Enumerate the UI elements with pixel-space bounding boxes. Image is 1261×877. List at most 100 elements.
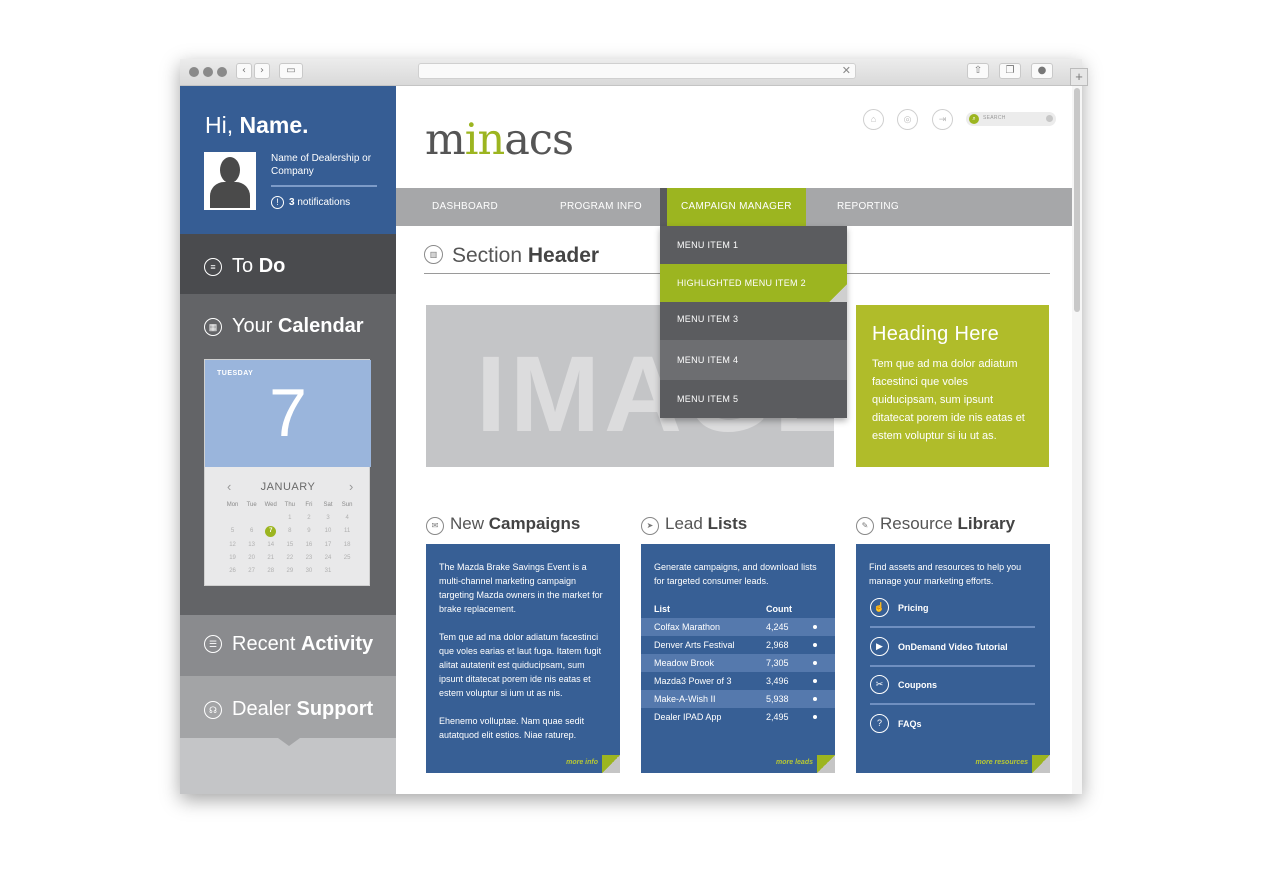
feature-heading: Heading Here xyxy=(872,323,1000,345)
leads-table-header: List Count xyxy=(641,600,835,618)
resource-faqs[interactable]: ? FAQs xyxy=(870,708,1035,744)
sidebar-recent-activity[interactable]: ☰ Recent Activity xyxy=(180,615,396,684)
scrollbar[interactable] xyxy=(1072,86,1082,794)
globe-icon[interactable]: ◎ xyxy=(897,109,918,130)
calendar-day[interactable]: 2 xyxy=(299,513,318,523)
download-icon[interactable] xyxy=(813,625,817,629)
recent-label: Recent Activity xyxy=(232,633,373,656)
edit-icon: ✎ xyxy=(856,517,874,535)
logout-icon[interactable]: ⇥ xyxy=(932,109,953,130)
download-icon[interactable] xyxy=(813,661,817,665)
calendar-day[interactable]: 13 xyxy=(242,540,261,550)
new-tab-icon[interactable]: + xyxy=(1070,68,1088,86)
calendar-day xyxy=(261,513,280,523)
calendar-day[interactable]: 25 xyxy=(338,553,357,563)
clear-url-icon[interactable]: ✕ xyxy=(842,64,851,79)
calendar-day[interactable]: 3 xyxy=(318,513,337,523)
share-icon[interactable]: ⇧ xyxy=(967,63,989,79)
calendar-day[interactable]: 21 xyxy=(261,553,280,563)
download-icon[interactable]: ● xyxy=(1031,63,1053,79)
calendar-day[interactable]: 8 xyxy=(280,526,299,537)
more-info-link[interactable]: more info xyxy=(566,759,598,766)
user-panel: Hi, Name. Name of Dealership or Company … xyxy=(180,86,396,234)
table-row[interactable]: Mazda3 Power of 3 3,496 xyxy=(641,672,835,690)
resource-coupons[interactable]: ✂ Coupons xyxy=(870,669,1035,705)
resource-label: Pricing xyxy=(898,603,929,613)
calendar-day[interactable]: 14 xyxy=(261,540,280,550)
minimize-window-dot[interactable] xyxy=(203,67,213,77)
calendar-bold: Calendar xyxy=(277,315,364,337)
calendar-day[interactable]: 26 xyxy=(223,566,242,576)
menu-item-5[interactable]: MENU ITEM 5 xyxy=(660,380,847,418)
calendar-day[interactable]: 5 xyxy=(223,526,242,537)
close-window-dot[interactable] xyxy=(189,67,199,77)
table-row[interactable]: Denver Arts Festival 2,968 xyxy=(641,636,835,654)
lead-count: 4,245 xyxy=(766,622,789,632)
calendar-widget: TUESDAY 7 ‹ JANUARY › Mon Tue Wed Thu Fri Sat… xyxy=(204,359,371,586)
menu-item-1[interactable]: MENU ITEM 1 xyxy=(660,226,847,264)
scrollbar-thumb[interactable] xyxy=(1074,88,1080,312)
sidebar-toggle-icon[interactable]: ▭ xyxy=(279,63,303,79)
calendar-day[interactable]: 29 xyxy=(280,566,299,576)
nav-reporting[interactable]: REPORTING xyxy=(837,188,899,226)
menu-item-2[interactable]: HIGHLIGHTED MENU ITEM 2 xyxy=(660,264,847,302)
more-resources-link[interactable]: more resources xyxy=(975,759,1028,766)
table-row[interactable]: Colfax Marathon 4,245 xyxy=(641,618,835,636)
download-icon[interactable] xyxy=(813,679,817,683)
calendar-day[interactable]: 23 xyxy=(299,553,318,563)
leads-rows: Colfax Marathon 4,245 Denver Arts Festival… xyxy=(641,618,835,726)
feature-box: Heading Here Tem que ad ma dolor adiatum… xyxy=(856,305,1049,467)
download-icon[interactable] xyxy=(813,715,817,719)
calendar-day[interactable]: 11 xyxy=(338,526,357,537)
send-icon: ➤ xyxy=(641,517,659,535)
zoom-window-dot[interactable] xyxy=(217,67,227,77)
home-icon[interactable]: ⌂ xyxy=(863,109,884,130)
calendar-day[interactable]: 22 xyxy=(280,553,299,563)
calendar-day[interactable]: 17 xyxy=(318,540,337,550)
calendar-day[interactable]: 27 xyxy=(242,566,261,576)
calendar-day[interactable]: 9 xyxy=(299,526,318,537)
calendar-day[interactable]: 12 xyxy=(223,540,242,550)
nav-dashboard[interactable]: DASHBOARD xyxy=(432,188,498,226)
address-bar[interactable]: ✕ xyxy=(418,63,856,79)
calendar-day[interactable]: 4 xyxy=(338,513,357,523)
more-leads-link[interactable]: more leads xyxy=(776,759,813,766)
tabs-icon[interactable]: ❐ xyxy=(999,63,1021,79)
calendar-day[interactable]: 28 xyxy=(261,566,280,576)
calendar-day[interactable]: 7 xyxy=(265,526,277,537)
clear-search-icon[interactable] xyxy=(1046,115,1053,122)
leads-header-bold: Lists xyxy=(707,514,748,533)
minacs-logo[interactable]: minacs xyxy=(425,115,574,165)
chart-icon: ▥ xyxy=(424,245,443,264)
calendar-day[interactable]: 16 xyxy=(299,540,318,550)
table-row[interactable]: Dealer IPAD App 2,495 xyxy=(641,708,835,726)
calendar-day[interactable]: 30 xyxy=(299,566,318,576)
download-icon[interactable] xyxy=(813,697,817,701)
calendar-day[interactable]: 24 xyxy=(318,553,337,563)
sidebar-todo[interactable]: ≡ To Do xyxy=(180,234,396,302)
sidebar-dealer-support[interactable]: ☊ Dealer Support xyxy=(180,676,396,746)
calendar-day[interactable]: 19 xyxy=(223,553,242,563)
table-row[interactable]: Meadow Brook 7,305 xyxy=(641,654,835,672)
nav-program-info[interactable]: PROGRAM INFO xyxy=(560,188,642,226)
table-row[interactable]: Make-A-Wish II 5,938 xyxy=(641,690,835,708)
back-icon[interactable]: ‹ xyxy=(236,63,252,79)
calendar-day[interactable]: 15 xyxy=(280,540,299,550)
nav-campaign-manager[interactable]: CAMPAIGN MANAGER xyxy=(667,188,806,226)
calendar-day[interactable]: 20 xyxy=(242,553,261,563)
avatar[interactable] xyxy=(204,152,256,210)
resource-video-tutorial[interactable]: ▶ OnDemand Video Tutorial xyxy=(870,631,1035,667)
calendar-day[interactable]: 6 xyxy=(242,526,261,537)
calendar-day[interactable]: 18 xyxy=(338,540,357,550)
resource-pricing[interactable]: ☝ Pricing xyxy=(870,592,1035,628)
next-month-icon[interactable]: › xyxy=(349,479,353,494)
calendar-day[interactable]: 1 xyxy=(280,513,299,523)
search-input[interactable]: ⌕ SEARCH xyxy=(966,112,1056,126)
menu-item-3[interactable]: MENU ITEM 3 xyxy=(660,302,847,340)
calendar-day[interactable]: 10 xyxy=(318,526,337,537)
forward-icon[interactable]: › xyxy=(254,63,270,79)
calendar-day[interactable]: 31 xyxy=(318,566,337,576)
notifications-link[interactable]: ! 3 notifications xyxy=(271,196,350,210)
menu-item-4[interactable]: MENU ITEM 4 xyxy=(660,340,847,380)
download-icon[interactable] xyxy=(813,643,817,647)
